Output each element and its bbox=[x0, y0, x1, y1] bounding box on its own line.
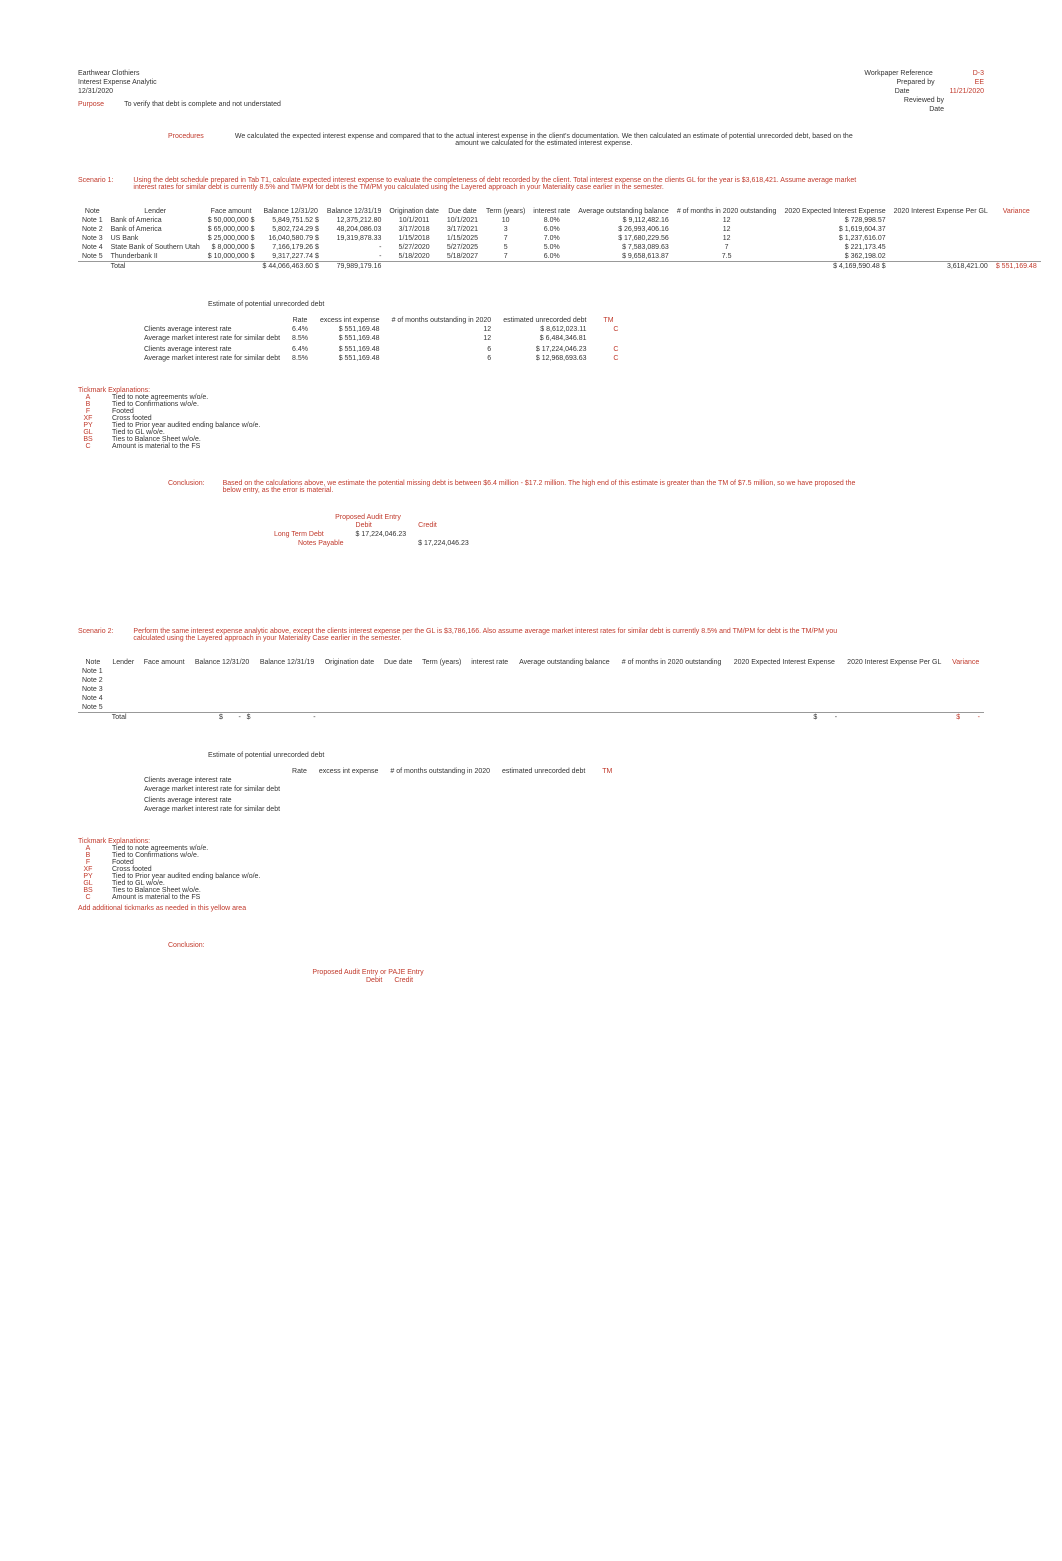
tickmark-row: XFCross footed bbox=[78, 866, 984, 873]
tickmark-row: PYTied to Prior year audited ending bala… bbox=[78, 873, 984, 880]
tickmark-title: Tickmark Explanations: bbox=[78, 387, 984, 394]
col-note: Note bbox=[78, 207, 107, 216]
report-title: Interest Expense Analytic bbox=[78, 79, 281, 86]
col-var: Variance bbox=[992, 207, 1041, 216]
tickmark-row: XFCross footed bbox=[78, 415, 984, 422]
table-row: Average market interest rate for similar… bbox=[138, 805, 623, 814]
table-row: Note 3US Bank$ 25,000,000 $16,040,580.79… bbox=[78, 234, 1041, 243]
purpose-label: Purpose bbox=[78, 101, 104, 108]
col-gl: 2020 Interest Expense Per GL bbox=[890, 207, 992, 216]
company: Earthwear Clothiers bbox=[78, 70, 281, 77]
table-row: Note 5Thunderbank II$ 10,000,000 $9,317,… bbox=[78, 252, 1041, 262]
proposed-entry-1: Proposed Audit Entry DebitCredit Long Te… bbox=[268, 514, 984, 548]
table-row: Note 3 bbox=[78, 685, 984, 694]
estimate2-table: Rate excess int expense # of months outs… bbox=[138, 767, 623, 814]
table-row: Clients average interest rate bbox=[138, 796, 623, 805]
scenario1-table: Note Lender Face amount Balance 12/31/20… bbox=[78, 207, 1041, 271]
wr-value: D-3 bbox=[973, 70, 984, 77]
tickmark-row: CAmount is material to the FS bbox=[78, 894, 984, 901]
table-row: Clients average interest rate6.4%$ 551,1… bbox=[138, 325, 624, 334]
table-row: Note 2Bank of America$ 65,000,000 $5,802… bbox=[78, 225, 1041, 234]
tickmark-row: BTied to Confirmations w/o/e. bbox=[78, 852, 984, 859]
tickmark-row: PYTied to Prior year audited ending bala… bbox=[78, 422, 984, 429]
proc-label: Procedures bbox=[168, 133, 204, 140]
tickmark-row: GLTied to GL w/o/e. bbox=[78, 429, 984, 436]
scenario1-total-row: Total $ 44,066,463.60 $ 79,989,179.16 $ … bbox=[78, 262, 1041, 272]
tickmark-hint: Add additional tickmarks as needed in th… bbox=[78, 905, 984, 912]
wr-label: Workpaper Reference bbox=[864, 70, 932, 77]
proposed-entry-2: Proposed Audit Entry or PAJE Entry Debit… bbox=[268, 969, 984, 985]
scenario2-table: Note Lender Face amount Balance 12/31/20… bbox=[78, 658, 984, 722]
scenario2-label: Scenario 2: bbox=[78, 628, 113, 635]
tickmark-block: Tickmark Explanations: ATied to note agr… bbox=[78, 387, 984, 450]
table-row: Clients average interest rate6.4%$ 551,1… bbox=[138, 345, 624, 354]
tickmark-row: FFooted bbox=[78, 408, 984, 415]
table-row: Clients average interest rate bbox=[138, 776, 623, 785]
conclusion1-text: Based on the calculations above, we esti… bbox=[223, 480, 863, 494]
col-b19: Balance 12/31/19 bbox=[323, 207, 386, 216]
date-value: 11/21/2020 bbox=[949, 88, 984, 95]
report-date: 12/31/2020 bbox=[78, 88, 281, 95]
prep-value: EE bbox=[975, 79, 984, 86]
proc-text: We calculated the expected interest expe… bbox=[224, 133, 864, 147]
tickmark-block-2: Tickmark Explanations: ATied to note agr… bbox=[78, 838, 984, 912]
col-b20: Balance 12/31/20 bbox=[258, 207, 322, 216]
purpose-text: To verify that debt is complete and not … bbox=[124, 101, 281, 108]
estimate-table: Rate excess int expense # of months outs… bbox=[138, 316, 624, 363]
scenario2-text: Perform the same interest expense analyt… bbox=[133, 628, 863, 642]
tickmark-row: FFooted bbox=[78, 859, 984, 866]
scenario1-text: Using the debt schedule prepared in Tab … bbox=[133, 177, 863, 191]
tickmark-row: BSTies to Balance Sheet w/o/e. bbox=[78, 887, 984, 894]
estimate-title: Estimate of potential unrecorded debt bbox=[208, 301, 984, 308]
tickmark-row: BTied to Confirmations w/o/e. bbox=[78, 401, 984, 408]
table-row: Note 4 bbox=[78, 694, 984, 703]
tickmark-row: CAmount is material to the FS bbox=[78, 443, 984, 450]
table-row: Note 2 bbox=[78, 676, 984, 685]
col-rate: interest rate bbox=[529, 207, 574, 216]
conclusion1-label: Conclusion: bbox=[168, 480, 205, 487]
tickmark-row: BSTies to Balance Sheet w/o/e. bbox=[78, 436, 984, 443]
rev-date-label: Date bbox=[929, 106, 944, 113]
col-due: Due date bbox=[443, 207, 482, 216]
date-label: Date bbox=[895, 88, 910, 95]
estimate2-title: Estimate of potential unrecorded debt bbox=[208, 752, 984, 759]
header: Earthwear Clothiers Interest Expense Ana… bbox=[78, 70, 984, 113]
col-term: Term (years) bbox=[482, 207, 529, 216]
col-face: Face amount bbox=[204, 207, 259, 216]
table-row: Note 1Bank of America$ 50,000,000 $5,849… bbox=[78, 216, 1041, 225]
col-lender: Lender bbox=[107, 207, 204, 216]
rev-label: Reviewed by bbox=[904, 97, 944, 104]
table-row: Average market interest rate for similar… bbox=[138, 785, 623, 794]
scenario2-total-row: Total $ - $ - $ - $ - bbox=[78, 713, 984, 723]
tickmark-row: ATied to note agreements w/o/e. bbox=[78, 394, 984, 401]
col-exp: 2020 Expected Interest Expense bbox=[780, 207, 889, 216]
table-row: Note 5 bbox=[78, 703, 984, 713]
prep-label: Prepared by bbox=[897, 79, 935, 86]
table-row: Average market interest rate for similar… bbox=[138, 334, 624, 343]
table-row: Note 4State Bank of Southern Utah$ 8,000… bbox=[78, 243, 1041, 252]
table-row: Average market interest rate for similar… bbox=[138, 354, 624, 363]
tickmark-row: GLTied to GL w/o/e. bbox=[78, 880, 984, 887]
col-orig: Origination date bbox=[385, 207, 442, 216]
table-row: Note 1 bbox=[78, 667, 984, 676]
col-avg: Average outstanding balance bbox=[574, 207, 673, 216]
tickmark-row: ATied to note agreements w/o/e. bbox=[78, 845, 984, 852]
conclusion2-label: Conclusion: bbox=[168, 942, 205, 949]
scenario1-label: Scenario 1: bbox=[78, 177, 113, 184]
col-months: # of months in 2020 outstanding bbox=[673, 207, 781, 216]
